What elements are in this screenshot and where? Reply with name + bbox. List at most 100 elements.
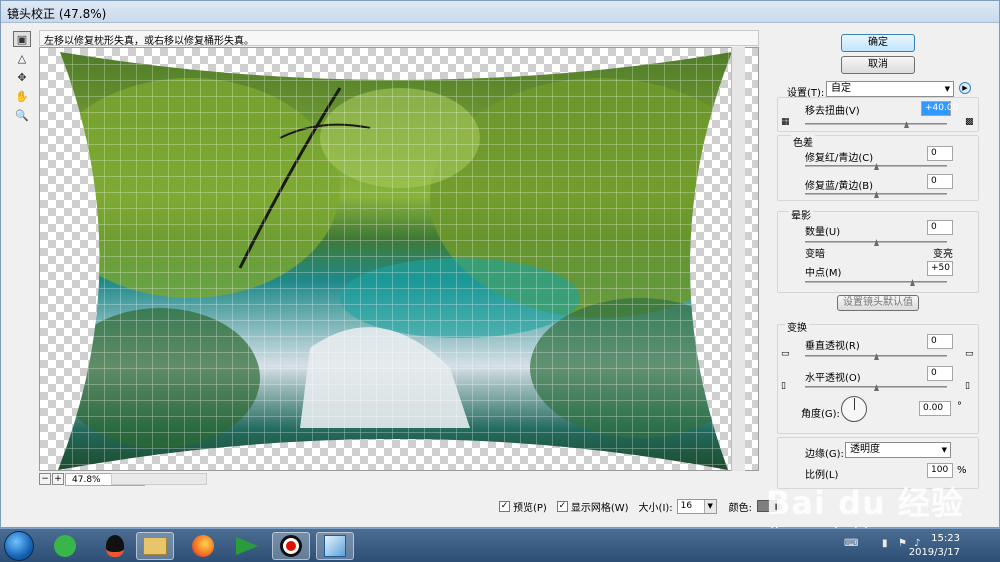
taskbar-app-photoshop[interactable] <box>316 532 354 560</box>
midpoint-slider-thumb[interactable] <box>910 279 915 286</box>
distortion-label: 移去扭曲(V) <box>805 106 860 117</box>
horizontal-perspective-slider-thumb[interactable] <box>874 384 879 391</box>
player-icon <box>236 537 258 555</box>
vignette-amount-slider[interactable] <box>805 239 947 246</box>
midpoint-slider[interactable] <box>805 279 947 286</box>
taskbar-app-refresh[interactable] <box>46 532 84 560</box>
distortion-input[interactable]: +40.00 <box>921 101 958 116</box>
transform-title: 变换 <box>785 319 809 334</box>
darken-label: 变暗 <box>805 249 825 260</box>
folder-icon <box>143 537 167 555</box>
clock-time: 15:23 <box>931 533 960 544</box>
preview-canvas[interactable] <box>39 47 759 471</box>
horizontal-perspective-slider[interactable] <box>805 384 947 391</box>
cancel-button[interactable]: 取消 <box>841 56 915 74</box>
vertical-perspective-value: 0 <box>931 336 937 346</box>
midpoint-value: +50 <box>931 263 950 273</box>
vertical-perspective-slider[interactable] <box>805 353 947 360</box>
system-clock[interactable]: 15:23 2019/3/17 <box>909 532 960 560</box>
taskbar-app-recorder[interactable] <box>272 532 310 560</box>
angle-input[interactable]: 0.00 <box>919 401 951 416</box>
start-button[interactable] <box>4 531 34 561</box>
vignette-amount-input[interactable]: 0 <box>927 220 953 235</box>
vertical-perspective-right-icon: ▭ <box>965 349 974 359</box>
lighten-label: 变亮 <box>933 249 953 260</box>
scale-unit: % <box>957 465 967 476</box>
taskbar-app-player[interactable] <box>228 532 266 560</box>
grid-size-select[interactable]: 16 ▼ <box>676 498 717 514</box>
color-label: 颜色: <box>728 502 753 514</box>
horizontal-perspective-input[interactable]: 0 <box>927 366 953 381</box>
angle-unit: ° <box>957 401 962 412</box>
title-bar[interactable]: 镜头校正 (47.8%) <box>1 1 999 23</box>
move-grid-tool-icon[interactable]: ✥ <box>13 69 31 85</box>
edge-value: 透明度 <box>850 444 880 455</box>
blue-yellow-input[interactable]: 0 <box>927 174 953 189</box>
vertical-perspective-slider-thumb[interactable] <box>874 353 879 360</box>
vignette-title: 晕影 <box>789 207 813 222</box>
horizontal-perspective-right-icon: ▯ <box>965 381 970 391</box>
taskbar-app-firefox[interactable] <box>184 532 222 560</box>
grid-size-value: 16 <box>680 500 693 511</box>
show-grid-label: 显示网格(W) <box>570 502 629 514</box>
taskbar-app-explorer[interactable] <box>136 532 174 560</box>
set-lens-default-button[interactable]: 设置镜头默认值 <box>837 295 919 311</box>
vignette-amount-slider-thumb[interactable] <box>874 239 879 246</box>
red-cyan-slider[interactable] <box>805 163 947 170</box>
straighten-tool-icon[interactable]: △ <box>13 50 31 66</box>
scale-input[interactable]: 100 <box>927 463 953 478</box>
horizontal-scrollbar[interactable] <box>111 473 207 485</box>
zoom-in-button[interactable]: + <box>52 473 64 485</box>
blue-yellow-label: 修复蓝/黄边(B) <box>805 181 874 192</box>
angle-dial[interactable] <box>841 396 867 422</box>
settings-menu-icon[interactable]: ▶ <box>959 82 971 94</box>
size-label: 大小(I): <box>638 502 673 514</box>
clock-date: 2019/3/17 <box>908 547 960 558</box>
taskbar-app-qq[interactable] <box>96 532 134 560</box>
horizontal-perspective-value: 0 <box>931 368 937 378</box>
barrel-icon: ▩ <box>965 117 974 127</box>
vignette-amount-label: 数量(U) <box>805 227 841 238</box>
pincushion-icon: ▦ <box>781 117 790 127</box>
red-cyan-input[interactable]: 0 <box>927 146 953 161</box>
settings-select[interactable]: 自定 ▼ <box>826 81 954 97</box>
hand-tool-icon[interactable]: ✋ <box>13 88 31 104</box>
chevron-down-icon: ▼ <box>703 499 716 513</box>
distortion-value: +40.00 <box>925 103 959 113</box>
zoom-out-button[interactable]: − <box>39 473 51 485</box>
chevron-down-icon: ▼ <box>944 85 950 93</box>
bottom-options: ✓ 预览(P) ✓ 显示网格(W) 大小(I): 16 ▼ 颜色: <box>499 497 778 515</box>
distortion-slider-thumb[interactable] <box>904 121 909 128</box>
distortion-slider[interactable] <box>805 121 947 128</box>
watermark-logo: Bai du 经验 <box>766 484 964 522</box>
edge-select[interactable]: 透明度 ▼ <box>845 442 951 458</box>
vertical-perspective-left-icon: ▭ <box>781 349 790 359</box>
vertical-scrollbar[interactable] <box>731 47 745 471</box>
refresh-app-icon <box>54 535 76 557</box>
toolbox: ▣ △ ✥ ✋ 🔍 <box>13 31 31 126</box>
preview-checkbox[interactable]: ✓ <box>499 500 510 512</box>
horizontal-perspective-left-icon: ▯ <box>781 381 786 391</box>
remove-distortion-tool-icon[interactable]: ▣ <box>13 31 31 47</box>
blue-yellow-value: 0 <box>931 176 937 186</box>
angle-dial-needle <box>854 398 855 410</box>
lens-correction-dialog: 镜头校正 (47.8%) ▣ △ ✥ ✋ 🔍 左移以修复枕形失真，或右移以修复桶… <box>0 0 1000 528</box>
preview-label: 预览(P) <box>513 502 547 514</box>
keyboard-icon[interactable]: ⌨ <box>844 538 858 550</box>
settings-panel: 设置(T): 自定 ▼ ▶ 移去扭曲(V) +40.00 ▦ ▩ 色差 修复红/青… <box>771 79 981 529</box>
midpoint-label: 中点(M) <box>805 268 842 279</box>
hint-text: 左移以修复枕形失真，或右移以修复桶形失真。 <box>39 30 759 47</box>
ok-button[interactable]: 确定 <box>841 34 915 52</box>
vertical-perspective-input[interactable]: 0 <box>927 334 953 349</box>
blue-yellow-slider[interactable] <box>805 191 947 198</box>
midpoint-input[interactable]: +50 <box>927 261 953 276</box>
zoom-tool-icon[interactable]: 🔍 <box>13 107 31 123</box>
chromatic-title: 色差 <box>791 134 815 149</box>
zoom-value: 47.8% <box>72 475 101 485</box>
angle-label: 角度(G): <box>801 409 840 420</box>
blue-yellow-slider-thumb[interactable] <box>874 191 879 198</box>
network-icon[interactable]: ▮ <box>882 538 894 550</box>
window-title: 镜头校正 (47.8%) <box>7 7 107 21</box>
red-cyan-slider-thumb[interactable] <box>874 163 879 170</box>
show-grid-checkbox[interactable]: ✓ <box>556 500 568 512</box>
